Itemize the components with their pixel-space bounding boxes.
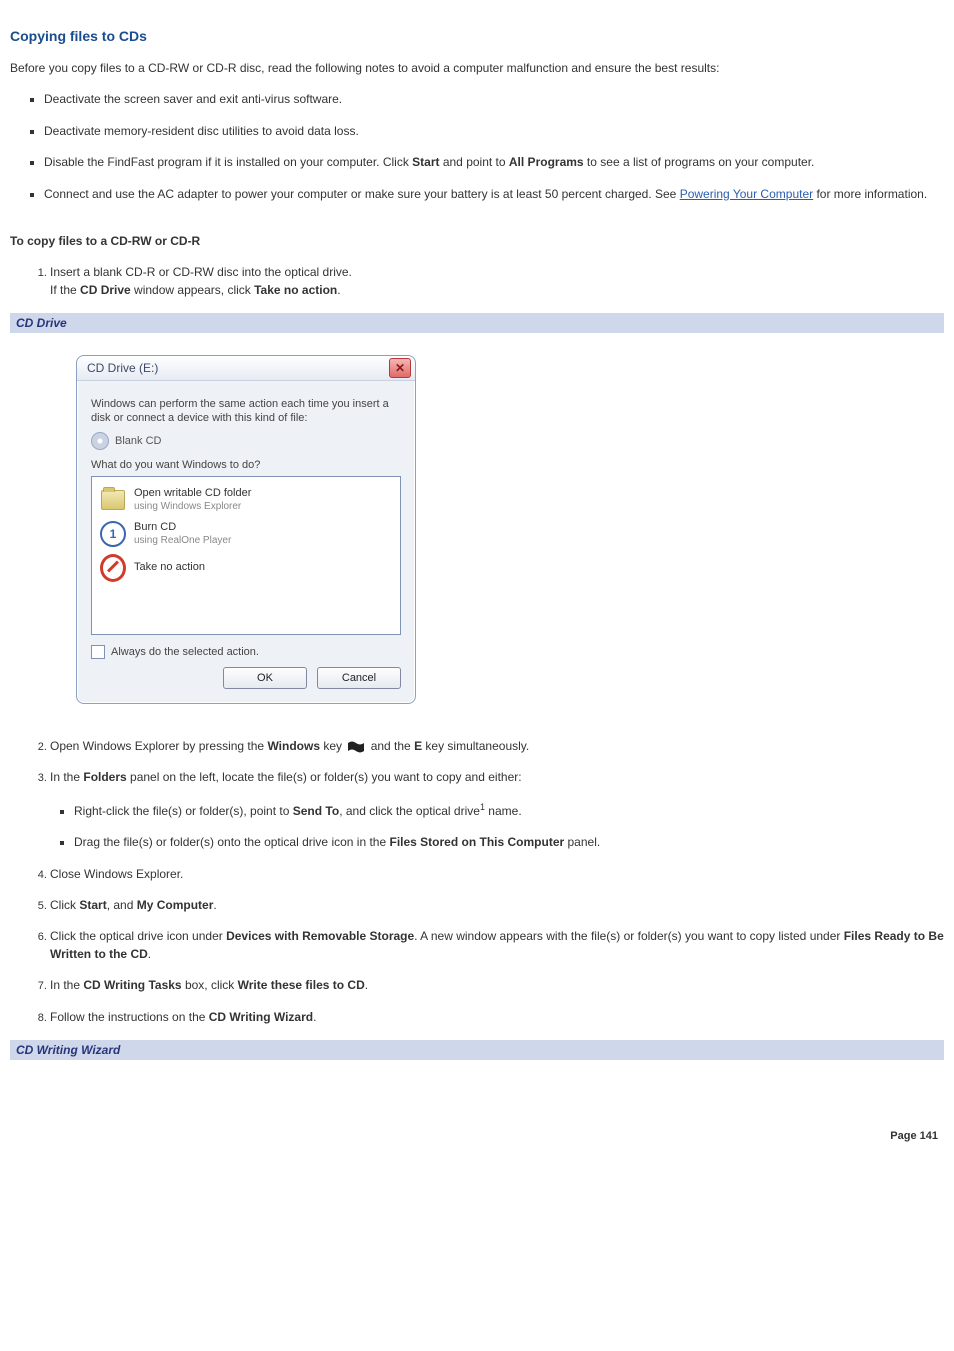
blank-cd-row: Blank CD <box>91 432 401 450</box>
step-3-sub-1: Right-click the file(s) or folder(s), po… <box>74 801 944 820</box>
figure-caption-cd-wizard: CD Writing Wizard <box>10 1040 944 1060</box>
step-8: Follow the instructions on the CD Writin… <box>50 1009 944 1026</box>
step-3-sub-2: Drag the file(s) or folder(s) onto the o… <box>74 834 944 851</box>
dialog-text: Windows can perform the same action each… <box>91 397 401 426</box>
figure-cd-drive-dialog: CD Drive (E:) ✕ Windows can perform the … <box>10 341 944 724</box>
figure-caption-cd-drive: CD Drive <box>10 313 944 333</box>
dialog-title: CD Drive (E:) <box>87 361 158 375</box>
checkbox-icon[interactable] <box>91 645 105 659</box>
note-item: Deactivate memory-resident disc utilitie… <box>44 123 944 140</box>
option-list[interactable]: Open writable CD folderusing Windows Exp… <box>91 476 401 635</box>
close-icon[interactable]: ✕ <box>389 358 411 378</box>
always-checkbox-row[interactable]: Always do the selected action. <box>91 645 401 659</box>
option-no-action[interactable]: Take no action <box>98 551 394 585</box>
page-number: Page 141 <box>10 1130 944 1142</box>
powering-link[interactable]: Powering Your Computer <box>680 187 813 201</box>
intro-paragraph: Before you copy files to a CD-RW or CD-R… <box>10 60 944 77</box>
step-list-2: Open Windows Explorer by pressing the Wi… <box>10 738 944 1026</box>
procedure-heading: To copy files to a CD-RW or CD-R <box>10 233 944 250</box>
step-2: Open Windows Explorer by pressing the Wi… <box>50 738 944 755</box>
ok-button[interactable]: OK <box>223 667 307 689</box>
step-1: Insert a blank CD-R or CD-RW disc into t… <box>50 264 944 299</box>
step-5: Click Start, and My Computer. <box>50 897 944 914</box>
option-burn-cd[interactable]: 1 Burn CDusing RealOne Player <box>98 517 394 551</box>
step-6: Click the optical drive icon under Devic… <box>50 928 944 963</box>
folder-icon <box>101 490 125 510</box>
cancel-button[interactable]: Cancel <box>317 667 401 689</box>
note-item: Connect and use the AC adapter to power … <box>44 186 944 203</box>
step-7: In the CD Writing Tasks box, click Write… <box>50 977 944 994</box>
no-action-icon <box>100 554 126 582</box>
cd-icon <box>91 432 109 450</box>
step-list-1: Insert a blank CD-R or CD-RW disc into t… <box>10 264 944 299</box>
windows-key-icon <box>347 740 365 754</box>
note-item: Disable the FindFast program if it is in… <box>44 154 944 171</box>
step-4: Close Windows Explorer. <box>50 866 944 883</box>
section-title: Copying files to CDs <box>10 28 944 44</box>
autoplay-dialog: CD Drive (E:) ✕ Windows can perform the … <box>76 355 416 704</box>
dialog-prompt: What do you want Windows to do? <box>91 458 401 472</box>
notes-list: Deactivate the screen saver and exit ant… <box>10 91 944 203</box>
note-item: Deactivate the screen saver and exit ant… <box>44 91 944 108</box>
realone-icon: 1 <box>100 521 126 547</box>
step-3: In the Folders panel on the left, locate… <box>50 769 944 851</box>
option-open-folder[interactable]: Open writable CD folderusing Windows Exp… <box>98 483 394 517</box>
